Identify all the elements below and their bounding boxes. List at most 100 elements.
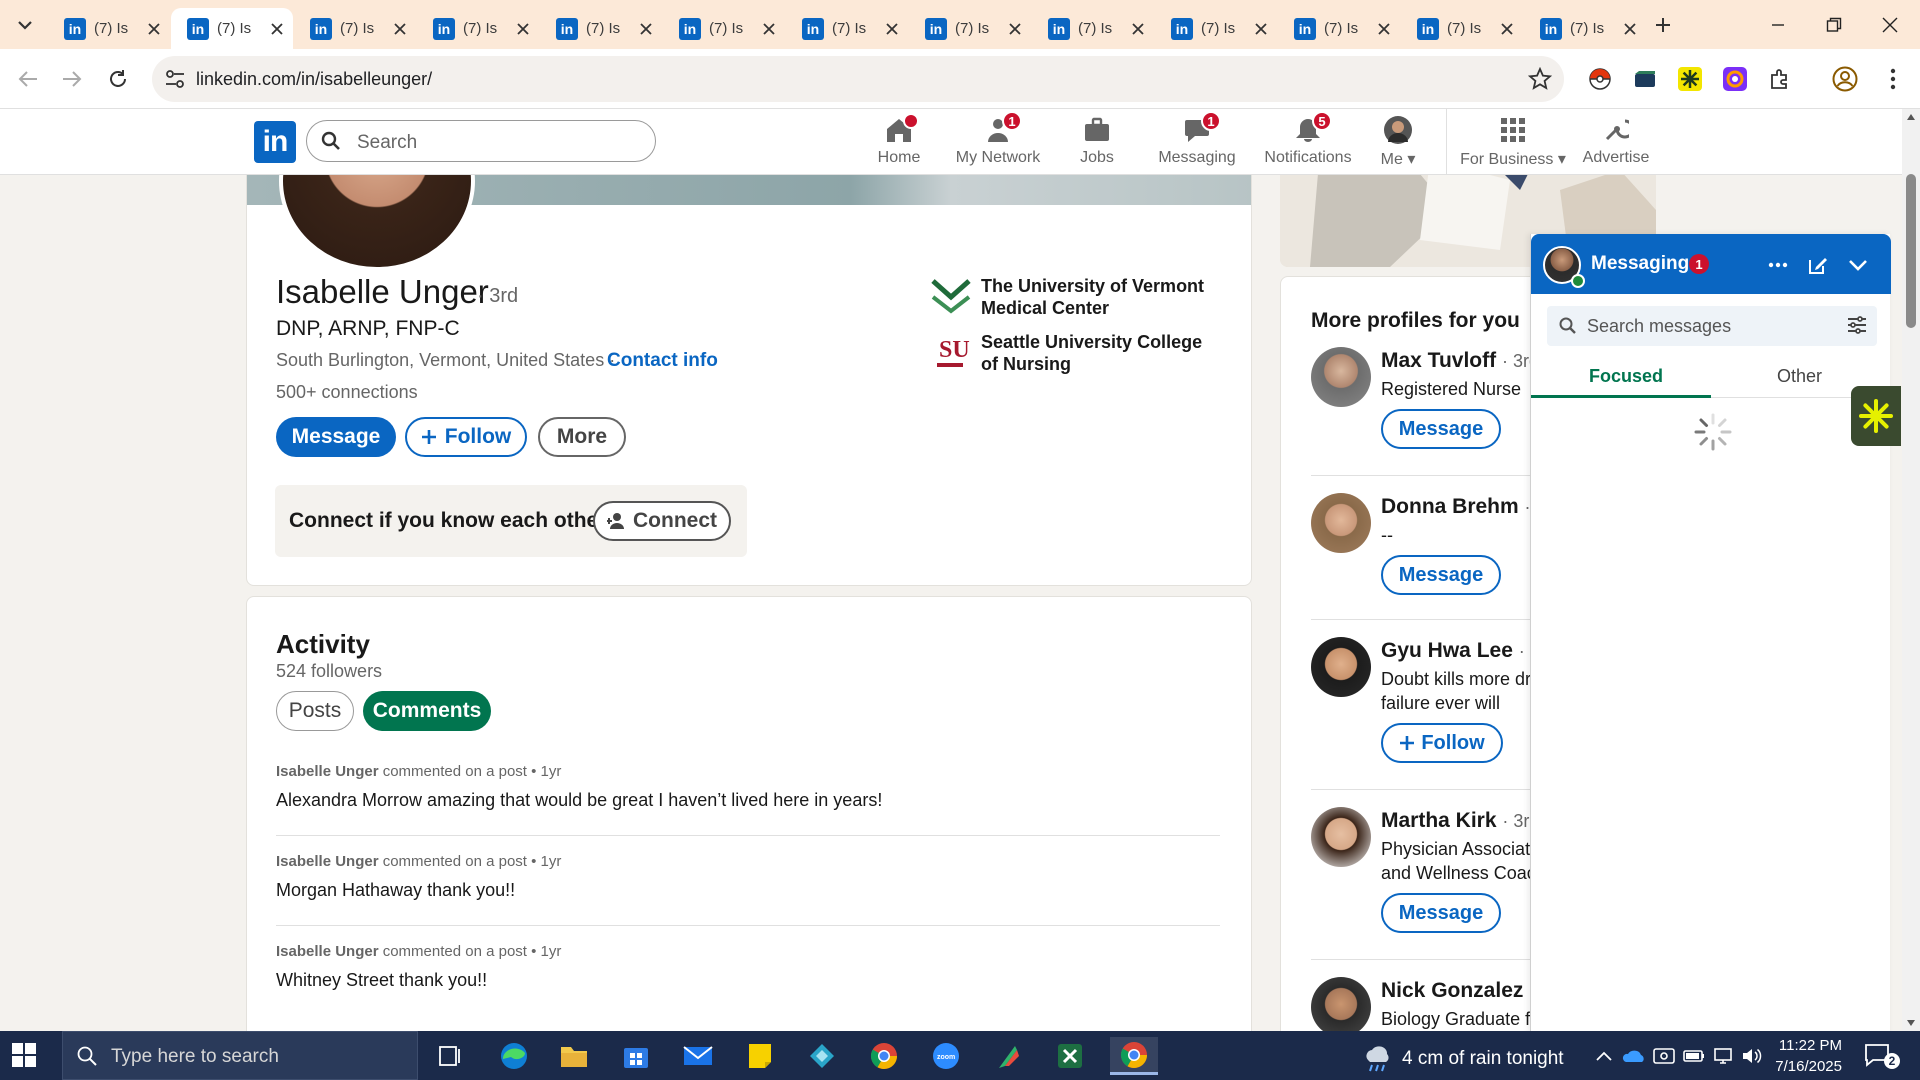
follow-button[interactable]: Follow (1381, 723, 1503, 763)
close-tab-icon[interactable] (1007, 21, 1023, 37)
linkedin-logo[interactable]: in (254, 121, 296, 163)
tab-search-button[interactable] (10, 12, 40, 38)
close-tab-icon[interactable] (1253, 21, 1269, 37)
nav-messaging[interactable]: 1 Messaging (1144, 111, 1250, 173)
close-tab-icon[interactable] (392, 21, 408, 37)
messaging-more-button[interactable] (1765, 252, 1791, 278)
education-item-seattle-u[interactable]: SU Seattle University College of Nursing (931, 331, 1221, 375)
browser-tab[interactable]: in (7) Is (1278, 8, 1400, 49)
weather-widget[interactable]: 4 cm of rain tonight (1362, 1044, 1564, 1074)
tab-focused[interactable]: Focused (1589, 366, 1663, 387)
nav-my-network[interactable]: 1 My Network (950, 111, 1046, 173)
browser-tab[interactable]: in (7) Is (294, 8, 416, 49)
nav-advertise[interactable]: Advertise (1583, 115, 1649, 173)
back-button[interactable] (12, 63, 44, 95)
close-tab-icon[interactable] (1130, 21, 1146, 37)
message-button[interactable]: Message (1381, 893, 1501, 933)
color-picker-extension-icon[interactable] (1720, 64, 1750, 94)
mail-icon[interactable] (674, 1037, 722, 1075)
nav-jobs[interactable]: Jobs (1069, 115, 1125, 173)
side-extension-widget[interactable] (1851, 386, 1901, 446)
battery-icon[interactable] (1682, 1045, 1706, 1067)
close-tab-icon[interactable] (638, 21, 654, 37)
close-tab-icon[interactable] (1622, 21, 1638, 37)
message-button[interactable]: Message (276, 417, 396, 457)
taskbar-clock[interactable]: 11:22 PM 7/16/2025 (1766, 1035, 1842, 1077)
close-tab-icon[interactable] (1376, 21, 1392, 37)
browser-tab[interactable]: in (7) Is (786, 8, 908, 49)
browser-tab[interactable]: in (7) Is (417, 8, 539, 49)
clapper-extension-icon[interactable] (1630, 64, 1660, 94)
browser-tab[interactable]: in (7) Is (663, 8, 785, 49)
snowflake-extension-icon[interactable] (1675, 64, 1705, 94)
contact-info-link[interactable]: Contact info (607, 350, 718, 372)
close-tab-icon[interactable] (515, 21, 531, 37)
scroll-up-arrow-icon[interactable] (1906, 113, 1916, 121)
volume-icon[interactable] (1740, 1045, 1764, 1067)
message-button[interactable]: Message (1381, 409, 1501, 449)
site-info-button[interactable] (160, 64, 190, 94)
filter-messages-button[interactable] (1847, 316, 1867, 334)
new-tab-button[interactable] (1648, 12, 1678, 38)
excel-icon[interactable] (1046, 1037, 1094, 1075)
chrome-active-icon[interactable] (1110, 1037, 1158, 1075)
task-view-icon[interactable] (426, 1037, 474, 1075)
address-bar[interactable]: linkedin.com/in/isabelleunger/ (152, 56, 1564, 102)
microsoft-store-icon[interactable] (612, 1037, 660, 1075)
minimize-button[interactable] (1758, 10, 1798, 40)
nav-for-business[interactable]: For Business ▾ (1460, 115, 1566, 173)
connect-button[interactable]: Connect (593, 501, 731, 541)
sticky-notes-icon[interactable] (736, 1037, 784, 1075)
close-tab-icon[interactable] (884, 21, 900, 37)
page-scrollbar[interactable] (1902, 109, 1920, 1031)
linkedin-search-input[interactable]: Search (306, 120, 656, 162)
browser-tab[interactable]: in (7) Is (1155, 8, 1277, 49)
activity-tab-comments[interactable]: Comments (363, 691, 491, 731)
browser-tab[interactable]: in (7) Is (171, 8, 293, 49)
show-hidden-icons-chevron[interactable] (1592, 1045, 1616, 1067)
zoom-icon[interactable]: zoom (922, 1037, 970, 1075)
browser-tab[interactable]: in (7) Is (1032, 8, 1154, 49)
close-tab-icon[interactable] (1499, 21, 1515, 37)
scrollbar-thumb[interactable] (1906, 174, 1916, 328)
restore-button[interactable] (1814, 10, 1854, 40)
activity-tab-posts[interactable]: Posts (276, 691, 354, 731)
nav-home[interactable]: Home (871, 113, 927, 173)
onedrive-cloud-icon[interactable] (1622, 1045, 1646, 1067)
forward-button[interactable] (56, 63, 88, 95)
close-tab-icon[interactable] (761, 21, 777, 37)
activity-comment-item[interactable]: Isabelle Unger commented on a post • 1yr… (276, 763, 1220, 811)
tab-other[interactable]: Other (1777, 366, 1822, 387)
collapse-messaging-button[interactable] (1845, 252, 1871, 278)
edge-browser-icon[interactable] (490, 1037, 538, 1075)
taskbar-search-box[interactable]: Type here to search (62, 1031, 418, 1080)
reload-button[interactable] (102, 63, 134, 95)
messaging-header[interactable]: Messaging 1 (1531, 234, 1891, 294)
network-icon[interactable] (1712, 1045, 1736, 1067)
browser-tab[interactable]: in (7) Is (540, 8, 662, 49)
profile-icon[interactable] (1830, 64, 1860, 94)
meet-now-icon[interactable] (1652, 1045, 1676, 1067)
compose-message-button[interactable] (1805, 252, 1831, 278)
chrome-icon[interactable] (860, 1037, 908, 1075)
activity-comment-item[interactable]: Isabelle Unger commented on a post • 1yr… (276, 853, 1220, 901)
education-item-uvm[interactable]: The University of Vermont Medical Center (931, 275, 1221, 319)
file-explorer-icon[interactable] (550, 1037, 598, 1075)
app-feather-icon[interactable] (984, 1037, 1032, 1075)
notification-center-button[interactable]: 2 (1864, 1043, 1900, 1069)
search-messages-input[interactable]: Search messages (1547, 306, 1877, 346)
more-actions-button[interactable]: More (538, 417, 626, 457)
nav-me[interactable]: Me ▾ (1370, 115, 1426, 173)
close-tab-icon[interactable] (146, 21, 162, 37)
pokeball-extension-icon[interactable] (1585, 64, 1615, 94)
start-button[interactable] (12, 1043, 36, 1067)
close-tab-icon[interactable] (269, 21, 285, 37)
app-diamond-icon[interactable] (798, 1037, 846, 1075)
scroll-down-arrow-icon[interactable] (1906, 1019, 1916, 1027)
browser-tab[interactable]: in (7) Is (48, 8, 170, 49)
bookmark-star-button[interactable] (1528, 67, 1552, 91)
activity-comment-item[interactable]: Isabelle Unger commented on a post • 1yr… (276, 943, 1220, 991)
follow-button[interactable]: Follow (405, 417, 527, 457)
browser-tab[interactable]: in (7) Is (909, 8, 1031, 49)
browser-tab[interactable]: in (7) Is (1524, 8, 1646, 49)
